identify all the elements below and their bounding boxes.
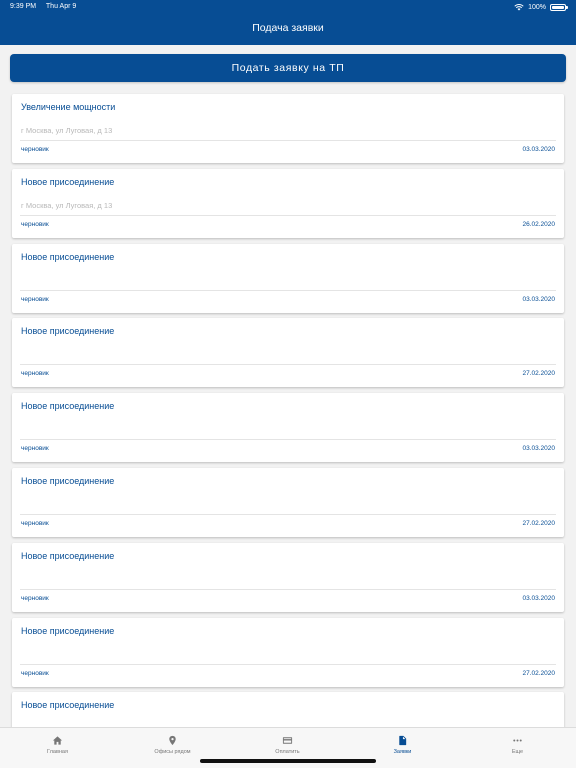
wifi-icon bbox=[514, 4, 524, 11]
card-date: 03.03.2020 bbox=[522, 594, 555, 602]
tab-more[interactable]: Еще bbox=[460, 728, 575, 768]
card-address: г Москва, ул Луговая, д 13 bbox=[21, 126, 113, 135]
card-divider bbox=[20, 214, 556, 216]
application-card[interactable]: Новое присоединение черновик 27.02.2020 bbox=[12, 318, 564, 388]
page-title: Подача заявки bbox=[252, 22, 324, 34]
credit-card-icon bbox=[282, 737, 293, 744]
card-date: 03.03.2020 bbox=[522, 445, 555, 453]
card-title: Увеличение мощности bbox=[21, 102, 116, 112]
card-divider bbox=[20, 140, 556, 141]
card-divider bbox=[20, 289, 556, 291]
card-address: г Москва, ул Луговая, д 13 bbox=[21, 200, 113, 210]
card-status: черновик bbox=[21, 519, 49, 527]
card-title: Новое присоединение bbox=[21, 550, 115, 561]
application-card[interactable]: Новое присоединение г Москва, ул Луговая… bbox=[12, 168, 564, 238]
card-title: Новое присоединение bbox=[21, 176, 115, 187]
document-icon bbox=[399, 735, 407, 746]
tab-label: Еще bbox=[511, 749, 524, 755]
home-indicator bbox=[200, 759, 376, 763]
card-divider bbox=[20, 364, 556, 366]
card-status: черновик bbox=[21, 669, 49, 677]
card-divider bbox=[20, 588, 556, 590]
card-date: 26.02.2020 bbox=[522, 220, 555, 228]
card-date: 27.02.2020 bbox=[522, 669, 555, 677]
tab-label: Офисы рядом bbox=[154, 749, 191, 755]
card-status: черновик bbox=[21, 445, 49, 453]
card-status: черновик bbox=[21, 146, 49, 153]
card-title: Новое присоединение bbox=[21, 326, 115, 337]
card-title: Новое присоединение bbox=[21, 401, 115, 412]
tab-home[interactable]: Главная bbox=[0, 728, 115, 768]
application-card[interactable]: Новое присоединение черновик 27.02.2020 bbox=[12, 467, 564, 537]
application-card[interactable]: Новое присоединение черновик 03.03.2020 bbox=[12, 243, 564, 313]
card-date: 27.02.2020 bbox=[522, 519, 555, 527]
tab-label: Оплатить bbox=[275, 749, 300, 755]
application-card[interactable]: Увеличение мощности г Москва, ул Луговая… bbox=[12, 94, 564, 163]
card-title: Новое присоединение bbox=[21, 700, 115, 711]
card-divider bbox=[20, 439, 556, 441]
card-date: 27.02.2020 bbox=[522, 370, 555, 378]
more-icon bbox=[513, 739, 522, 742]
location-pin-icon bbox=[169, 735, 176, 746]
tab-label: Главная bbox=[47, 749, 68, 755]
card-status: черновик bbox=[21, 594, 49, 602]
battery-icon bbox=[550, 3, 568, 11]
status-date: Thu Apr 9 bbox=[45, 3, 77, 10]
card-title: Новое присоединение bbox=[21, 625, 115, 636]
home-icon bbox=[52, 736, 63, 745]
submit-application-button[interactable]: Подать заявку на ТП bbox=[10, 54, 566, 82]
app-header: 9:39 PM Thu Apr 9 100% Подача заявки bbox=[0, 0, 576, 45]
card-divider bbox=[20, 513, 556, 515]
card-divider bbox=[20, 663, 556, 665]
card-status: черновик bbox=[21, 295, 49, 303]
card-date: 03.03.2020 bbox=[522, 146, 555, 153]
applications-list: Увеличение мощности г Москва, ул Луговая… bbox=[12, 94, 564, 767]
battery-percent: 100% bbox=[528, 3, 546, 11]
application-card[interactable]: Новое присоединение черновик 03.03.2020 bbox=[12, 542, 564, 612]
card-date: 03.03.2020 bbox=[522, 295, 555, 303]
tab-label: Заявки bbox=[393, 749, 412, 755]
status-time: 9:39 PM bbox=[10, 3, 37, 10]
card-status: черновик bbox=[21, 220, 49, 228]
status-bar: 9:39 PM Thu Apr 9 100% bbox=[0, 0, 576, 14]
card-title: Новое присоединение bbox=[21, 251, 115, 262]
application-card[interactable]: Новое присоединение черновик 27.02.2020 bbox=[12, 617, 564, 687]
card-status: черновик bbox=[21, 370, 49, 378]
application-card[interactable]: Новое присоединение черновик 03.03.2020 bbox=[12, 393, 564, 463]
card-title: Новое присоединение bbox=[21, 475, 115, 486]
